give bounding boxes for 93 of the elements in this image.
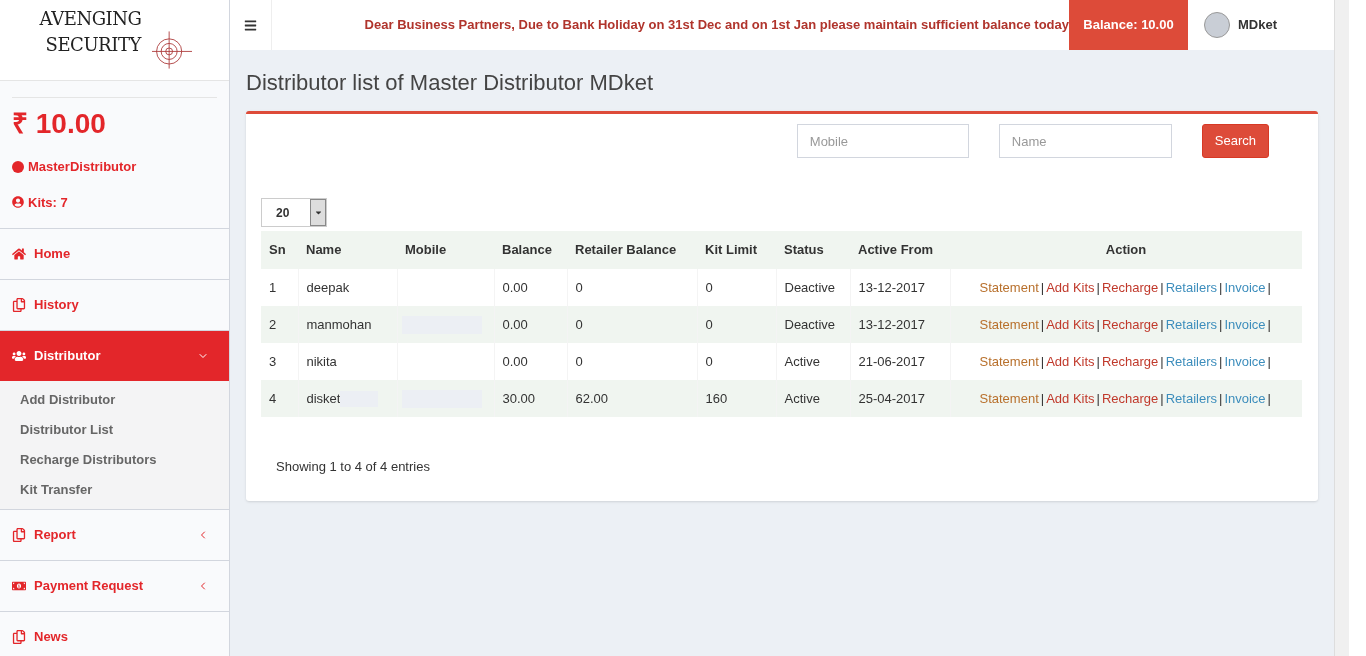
action-link[interactable]: Invoice bbox=[1224, 316, 1266, 332]
sidebar-item[interactable]: Home bbox=[0, 229, 229, 279]
table-cell-text: disket bbox=[306, 389, 341, 408]
scrollbar[interactable] bbox=[1334, 0, 1349, 656]
separator-text: | bbox=[1040, 353, 1045, 369]
separator-text: | bbox=[1096, 353, 1100, 369]
separator-text: | bbox=[1040, 316, 1045, 332]
caret-icon bbox=[313, 208, 323, 217]
table-cell: 25-04-2017 bbox=[850, 380, 950, 417]
action-link[interactable]: Retailers bbox=[1165, 279, 1217, 295]
table-cell: 62.00 bbox=[567, 380, 697, 417]
action-link[interactable]: Statement bbox=[979, 390, 1039, 406]
sidebar-item[interactable]: Report bbox=[0, 510, 229, 560]
sidebar-item[interactable]: Distributor bbox=[0, 331, 229, 381]
page-title: Distributor list of Master Distributor MDket bbox=[246, 69, 655, 97]
separator-text: | bbox=[1219, 279, 1223, 295]
separator-text: | bbox=[1160, 390, 1164, 406]
separator-text: | bbox=[1267, 353, 1271, 369]
column-header: Sn bbox=[261, 231, 298, 269]
role-label: MasterDistributor bbox=[28, 158, 137, 176]
action-link[interactable]: Add Kits bbox=[1046, 353, 1095, 369]
kits-count: Kits: 7 bbox=[28, 193, 68, 212]
table-cell-text: nikita bbox=[306, 352, 337, 371]
action-link[interactable]: Retailers bbox=[1165, 353, 1217, 369]
separator-text: | bbox=[1219, 390, 1223, 406]
mobile-field[interactable]: Mobile bbox=[796, 124, 969, 158]
separator-text: | bbox=[1040, 279, 1045, 295]
separator-text: | bbox=[1096, 279, 1100, 295]
menu-icon bbox=[244, 18, 257, 32]
column-header: Kit Limit bbox=[697, 231, 776, 269]
separator-text: | bbox=[1160, 353, 1164, 369]
action-link[interactable]: Retailers bbox=[1165, 390, 1217, 406]
action-link[interactable]: Statement bbox=[979, 353, 1039, 369]
search-button[interactable]: Search bbox=[1201, 124, 1269, 158]
separator-text: | bbox=[1267, 316, 1271, 332]
submenu-item[interactable]: Kit Transfer bbox=[0, 475, 229, 505]
wallet-amount: ₹ 10.00 bbox=[12, 107, 107, 141]
avatar-icon bbox=[1204, 12, 1230, 38]
column-header: Active From bbox=[850, 231, 950, 269]
documents-icon bbox=[12, 298, 26, 312]
name-field[interactable]: Name bbox=[998, 124, 1172, 158]
logo-text: SECURITY bbox=[45, 36, 141, 54]
column-header: Mobile bbox=[397, 231, 494, 269]
action-link[interactable]: Invoice bbox=[1224, 353, 1266, 369]
column-header: Name bbox=[298, 231, 397, 269]
separator-text: | bbox=[1267, 279, 1271, 295]
banknote-icon bbox=[12, 579, 26, 593]
separator-text: | bbox=[1096, 390, 1100, 406]
documents-icon bbox=[12, 630, 26, 644]
action-link[interactable]: Invoice bbox=[1224, 279, 1266, 295]
logo-text: AVENGING bbox=[39, 10, 142, 28]
table-cell-text: deepak bbox=[306, 278, 350, 297]
column-header: Retailer Balance bbox=[567, 231, 697, 269]
submenu-item[interactable]: Distributor List bbox=[0, 415, 229, 445]
sidebar-item[interactable]: History bbox=[0, 280, 229, 330]
home-icon bbox=[12, 247, 26, 261]
action-link[interactable]: Recharge bbox=[1101, 279, 1159, 295]
action-link[interactable]: Retailers bbox=[1165, 316, 1217, 332]
column-header: Balance bbox=[494, 231, 567, 269]
action-link[interactable]: Add Kits bbox=[1046, 316, 1095, 332]
separator-text: | bbox=[1096, 316, 1100, 332]
submenu-item[interactable]: Recharge Distributors bbox=[0, 445, 229, 475]
users-icon bbox=[12, 349, 26, 363]
action-link[interactable]: Recharge bbox=[1101, 316, 1159, 332]
documents-icon bbox=[12, 528, 26, 542]
column-header: Action bbox=[950, 231, 1302, 269]
action-link[interactable]: Statement bbox=[979, 279, 1039, 295]
separator-text: | bbox=[1219, 353, 1223, 369]
submenu-item[interactable]: Add Distributor bbox=[0, 385, 229, 415]
table-cell: 30.00 bbox=[494, 380, 567, 417]
notice-text: Dear Business Partners, Due to Bank Holiday on 31st Dec and on 1st Jan please maintain sufficient balance today bbox=[364, 16, 1069, 35]
balance-badge: Balance: 10.00 bbox=[1069, 0, 1188, 50]
separator-text: | bbox=[1160, 316, 1164, 332]
action-link[interactable]: Invoice bbox=[1224, 390, 1266, 406]
action-link[interactable]: Add Kits bbox=[1046, 390, 1095, 406]
table-cell: Active bbox=[776, 380, 850, 417]
sidebar-item[interactable]: Payment Request bbox=[0, 561, 229, 611]
action-link[interactable]: Statement bbox=[979, 316, 1039, 332]
user-name[interactable]: MDket bbox=[1238, 15, 1277, 35]
table-cell-text: manmohan bbox=[306, 315, 372, 334]
table-cell: 4 bbox=[261, 380, 298, 417]
separator-text: | bbox=[1040, 390, 1045, 406]
column-header: Status bbox=[776, 231, 850, 269]
separator-text: | bbox=[1267, 390, 1271, 406]
entries-info: Showing 1 to 4 of 4 entries bbox=[275, 458, 431, 476]
table-cell: 160 bbox=[697, 380, 776, 417]
separator-text: | bbox=[1160, 279, 1164, 295]
page-size-select[interactable]: 20 bbox=[261, 198, 327, 227]
separator-text: | bbox=[1219, 316, 1223, 332]
action-link[interactable]: Recharge bbox=[1101, 390, 1159, 406]
sidebar-item[interactable]: News bbox=[0, 612, 229, 656]
action-link[interactable]: Recharge bbox=[1101, 353, 1159, 369]
action-link[interactable]: Add Kits bbox=[1046, 279, 1095, 295]
